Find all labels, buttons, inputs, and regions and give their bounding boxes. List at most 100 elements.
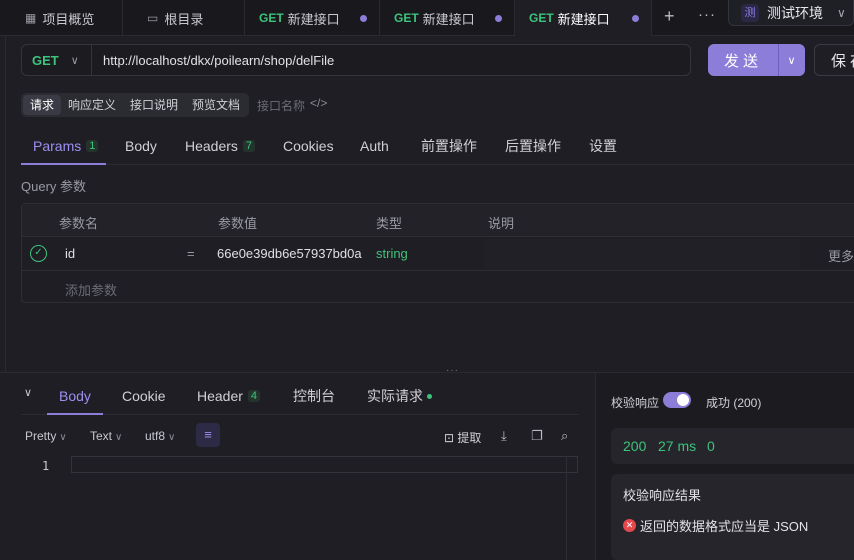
chevron-down-icon: ∨ (837, 5, 846, 20)
request-view-toggle: 请求 响应定义 接口说明 预览文档 (21, 93, 250, 117)
tab-settings[interactable]: 设置 (589, 128, 617, 164)
count-badge: 1 (86, 140, 99, 152)
extract-button[interactable]: ⊡ 提取 (444, 429, 481, 446)
chevron-down-icon: ∨ (168, 432, 176, 443)
copy-icon[interactable]: ❐ (531, 428, 543, 444)
tab-project-overview[interactable]: ▦ 项目概览 (0, 0, 123, 36)
chevron-down-icon: ∨ (70, 54, 79, 67)
active-line (71, 456, 578, 473)
param-name[interactable]: id (65, 246, 75, 261)
method-select[interactable]: GET ∨ (22, 45, 92, 75)
text-select[interactable]: Text ∨ (90, 429, 122, 443)
column-header: 参数值 (218, 216, 258, 231)
format-label: utf8 (145, 429, 166, 443)
unsaved-dot-icon (632, 14, 639, 22)
validation-error: ✕ 返回的数据格式应当是 JSON (623, 516, 808, 535)
tab-response-cookie[interactable]: Cookie (122, 378, 166, 414)
response-editor[interactable]: 1 (21, 456, 579, 560)
status-dot-icon (427, 393, 432, 399)
tab-pre-actions[interactable]: 前置操作 (421, 128, 477, 164)
add-tab-icon[interactable]: + (664, 6, 675, 27)
table-row: ✓ id = 66e0e39db6e57937bd0a string 更多 (22, 237, 854, 271)
param-description-input[interactable] (484, 239, 800, 269)
param-type[interactable]: string (376, 246, 408, 261)
tab-request[interactable]: 请求 (23, 95, 62, 115)
tab-label: Params (33, 138, 82, 154)
validation-result-card: 校验响应结果 ✕ 返回的数据格式应当是 JSON (611, 474, 854, 560)
url-input[interactable]: http://localhost/dkx/poilearn/shop/delFi… (92, 53, 334, 68)
table-header: 参数名 参数值 类型 说明 (22, 204, 854, 237)
column-header: 参数名 (59, 216, 99, 231)
environment-badge: 测 (741, 3, 759, 22)
search-icon[interactable]: ⌕ (561, 428, 568, 444)
tab-params[interactable]: Params 1 (21, 128, 107, 165)
tab-cookies[interactable]: Cookies (283, 128, 334, 164)
code-icon[interactable]: </> (310, 96, 327, 110)
column-header: 说明 (488, 216, 515, 231)
format-label: Pretty (25, 429, 57, 443)
tab-response-definition[interactable]: 响应定义 (61, 95, 123, 115)
tab-label: 根目录 (164, 11, 204, 27)
tab-body[interactable]: Body (125, 128, 157, 164)
tab-label: Cookies (283, 138, 334, 154)
interface-name-input[interactable]: 接口名称 (257, 97, 305, 114)
validate-response-label: 校验响应 (611, 396, 660, 410)
send-button[interactable]: 发送 ∨ (708, 44, 805, 76)
environment-label: 测试环境 (767, 4, 823, 21)
tab-console[interactable]: 控制台 (293, 378, 335, 414)
more-icon[interactable]: ··· (698, 6, 716, 23)
encoding-select[interactable]: utf8 ∨ (145, 429, 175, 443)
status-code: 200 (623, 438, 647, 454)
params-table: 参数名 参数值 类型 说明 ✓ id = 66e0e39db6e57937bd0… (21, 203, 854, 303)
download-icon[interactable]: ⤓ (501, 428, 507, 444)
tab-actual-request[interactable]: 实际请求 (367, 378, 432, 414)
method-label: GET (32, 52, 59, 68)
check-circle-icon[interactable]: ✓ (30, 245, 47, 262)
wrap-lines-icon[interactable]: ≡ (196, 423, 220, 447)
send-label: 发送 (723, 52, 762, 70)
response-tabs: Body Cookie Header 4 控制台 实际请求 (21, 378, 579, 415)
tab-post-actions[interactable]: 后置操作 (505, 128, 561, 164)
tab-new-api-2[interactable]: GET 新建接口 (380, 0, 515, 36)
line-number: 1 (42, 459, 50, 473)
tab-api-description[interactable]: 接口说明 (123, 95, 185, 115)
pretty-select[interactable]: Pretty ∨ (25, 429, 67, 443)
scrollbar[interactable] (566, 456, 567, 560)
active-underline (21, 163, 107, 165)
tab-label: Headers (185, 138, 238, 154)
tab-method: GET (529, 11, 554, 25)
tab-preview-doc[interactable]: 预览文档 (185, 95, 247, 115)
tab-response-header[interactable]: Header 4 (197, 378, 261, 414)
tab-root-dir[interactable]: ▭ 根目录 (123, 0, 245, 36)
tab-new-api-3[interactable]: GET 新建接口 (515, 0, 652, 36)
tab-bar: ▦ 项目概览 ▭ 根目录 GET 新建接口 GET 新建接口 GET 新建接口 … (0, 0, 854, 36)
equals-sign: = (187, 246, 195, 261)
tab-auth[interactable]: Auth (360, 128, 389, 164)
tab-label: 设置 (589, 138, 617, 154)
tab-headers[interactable]: Headers 7 (185, 128, 256, 164)
column-header: 类型 (376, 216, 403, 231)
error-icon: ✕ (623, 519, 636, 532)
tab-label: Auth (360, 138, 389, 154)
unsaved-dot-icon (360, 14, 367, 22)
environment-selector[interactable]: 测 测试环境 ∨ (728, 0, 854, 26)
param-value[interactable]: 66e0e39db6e57937bd0a (217, 246, 367, 261)
divider (5, 36, 6, 372)
tab-new-api-1[interactable]: GET 新建接口 (245, 0, 380, 36)
save-label: 保存 (831, 52, 854, 70)
grid-icon: ▦ (25, 11, 37, 25)
format-label: Text (90, 429, 113, 443)
chevron-down-icon: ∨ (115, 432, 123, 443)
add-param-button[interactable]: 添加参数 (65, 280, 117, 299)
tab-label: 后置操作 (505, 138, 561, 154)
tab-label: 新建接口 (287, 11, 340, 27)
chevron-down-icon: ∨ (59, 432, 67, 443)
url-bar: GET ∨ http://localhost/dkx/poilearn/shop… (21, 44, 691, 76)
validate-response-toggle[interactable] (663, 392, 691, 408)
more-link[interactable]: 更多 (828, 246, 854, 265)
save-button[interactable]: 保存 (814, 44, 854, 76)
tab-response-body[interactable]: Body (47, 378, 103, 415)
chevron-down-icon[interactable]: ∨ (778, 44, 804, 76)
tab-label: Body (125, 138, 157, 154)
resize-handle-icon[interactable]: ··· (446, 365, 459, 376)
